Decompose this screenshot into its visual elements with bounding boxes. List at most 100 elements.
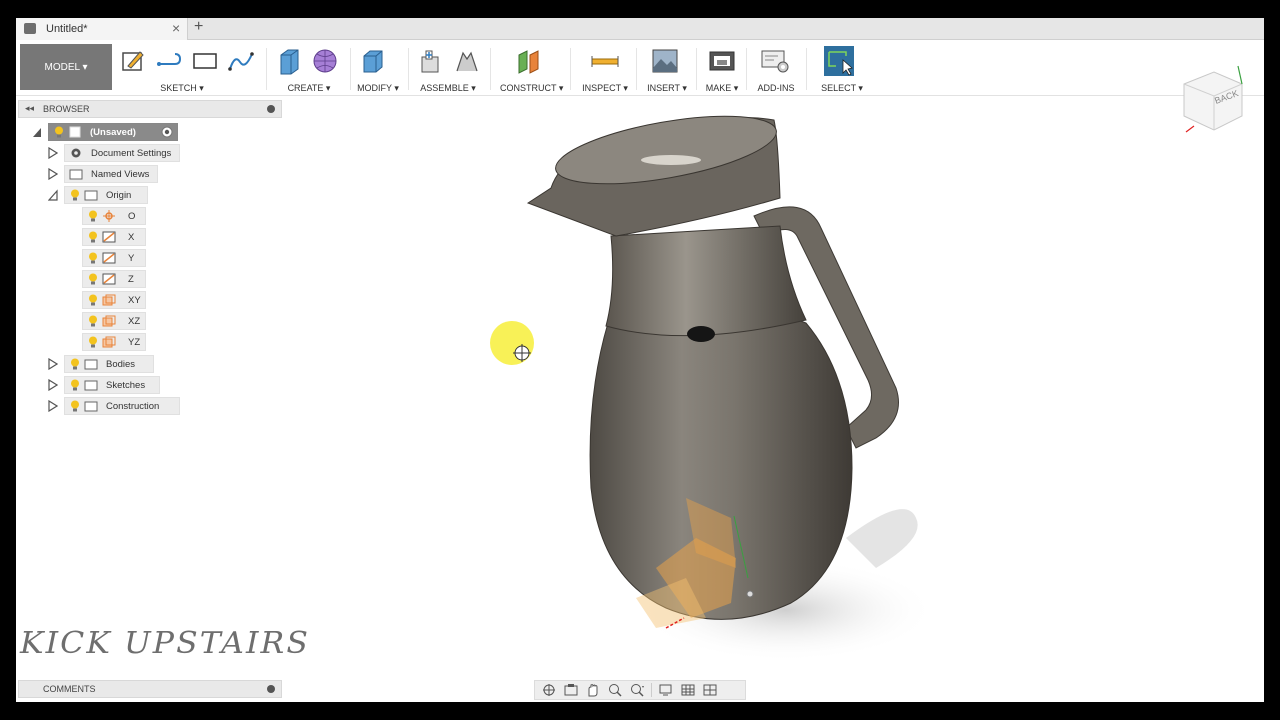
- new-component-icon[interactable]: [416, 46, 446, 76]
- construct-group: CONSTRUCT ▾: [500, 44, 563, 94]
- visibility-bulb-icon[interactable]: [88, 315, 98, 327]
- construct-menu-label[interactable]: CONSTRUCT ▾: [500, 83, 563, 94]
- document-tab-bar: Untitled* × +: [16, 18, 1264, 40]
- assemble-menu-label[interactable]: ASSEMBLE ▾: [416, 83, 480, 94]
- look-at-icon[interactable]: [563, 683, 579, 697]
- select-group: SELECT ▾: [816, 44, 868, 94]
- plane-icon: [102, 336, 116, 348]
- browser-panel-header: ◂◂ BROWSER: [18, 100, 282, 118]
- addins-menu-label[interactable]: ADD-INS: [754, 83, 798, 93]
- pitcher-neck[interactable]: [605, 225, 807, 337]
- visibility-bulb-icon[interactable]: [70, 189, 80, 201]
- tree-item-label: XY: [128, 294, 141, 306]
- offset-plane-icon[interactable]: [514, 46, 544, 76]
- navigation-bar: [534, 680, 746, 700]
- folder-icon: [84, 380, 98, 391]
- tree-item-label: X: [128, 231, 135, 243]
- joint-icon[interactable]: [452, 46, 482, 76]
- grid-settings-icon[interactable]: [680, 683, 696, 697]
- visibility-bulb-icon[interactable]: [88, 273, 98, 285]
- viewcube[interactable]: BACK: [1176, 58, 1252, 138]
- line-icon[interactable]: [154, 46, 184, 76]
- panel-pin-icon[interactable]: [267, 105, 275, 113]
- visibility-bulb-icon[interactable]: [70, 400, 80, 412]
- sketch-menu-label[interactable]: SKETCH ▾: [112, 83, 252, 94]
- 3d-print-icon[interactable]: [707, 46, 737, 76]
- extrude-icon[interactable]: [274, 46, 304, 76]
- plane-icon: [102, 294, 116, 306]
- panel-pin-icon[interactable]: [267, 685, 275, 693]
- pan-icon[interactable]: [585, 683, 601, 697]
- insert-image-icon[interactable]: [650, 46, 680, 76]
- visibility-bulb-icon[interactable]: [54, 126, 64, 138]
- collapse-panel-icon[interactable]: ◂◂: [25, 103, 34, 114]
- expand-arrow-icon[interactable]: [48, 400, 58, 412]
- display-settings-icon[interactable]: [658, 683, 674, 697]
- visibility-bulb-icon[interactable]: [88, 210, 98, 222]
- make-menu-label[interactable]: MAKE ▾: [704, 83, 740, 94]
- tree-item-label: YZ: [128, 336, 141, 348]
- axis-icon: [102, 273, 116, 285]
- assemble-group: ASSEMBLE ▾: [416, 44, 480, 94]
- viewports-icon[interactable]: [702, 683, 718, 697]
- document-tab[interactable]: Untitled* ×: [16, 18, 188, 40]
- visibility-bulb-icon[interactable]: [88, 231, 98, 243]
- expand-arrow-icon[interactable]: [48, 379, 58, 391]
- collapse-arrow-icon[interactable]: [48, 189, 58, 201]
- form-icon[interactable]: [310, 46, 340, 76]
- folder-icon: [84, 190, 98, 201]
- visibility-bulb-icon[interactable]: [88, 252, 98, 264]
- opening-highlight: [641, 155, 701, 165]
- scripts-addins-icon[interactable]: [760, 46, 790, 76]
- 3d-viewport[interactable]: [286, 98, 1264, 678]
- create-sketch-icon[interactable]: [118, 46, 148, 76]
- expand-arrow-icon[interactable]: [48, 147, 58, 159]
- plane-icon: [102, 315, 116, 327]
- visibility-bulb-icon[interactable]: [88, 294, 98, 306]
- tree-item-label: Named Views: [91, 168, 150, 180]
- orbit-icon[interactable]: [541, 683, 557, 697]
- expand-arrow-icon[interactable]: [48, 168, 58, 180]
- app-window: Untitled* × + MODEL ▾ SKETCH ▾ CREATE ▾ …: [16, 18, 1264, 702]
- tree-item-label: Construction: [106, 400, 160, 412]
- root-label: (Unsaved): [90, 126, 136, 138]
- visibility-bulb-icon[interactable]: [70, 358, 80, 370]
- root-component[interactable]: (Unsaved): [48, 123, 178, 141]
- visibility-bulb-icon[interactable]: [88, 336, 98, 348]
- new-tab-icon[interactable]: +: [194, 18, 203, 36]
- press-pull-icon[interactable]: [358, 46, 388, 76]
- watermark-text: KICK UPSTAIRS: [20, 626, 311, 661]
- visibility-bulb-icon[interactable]: [70, 379, 80, 391]
- cursor-highlight: [490, 321, 534, 365]
- tree-item-label: Bodies: [106, 358, 136, 370]
- rectangle-icon[interactable]: [190, 46, 220, 76]
- select-menu-label[interactable]: SELECT ▾: [816, 83, 868, 94]
- axis-icon: [102, 231, 116, 243]
- spline-icon[interactable]: [226, 46, 256, 76]
- zoom-window-icon[interactable]: [629, 683, 645, 697]
- tree-item-label: Z: [128, 273, 134, 285]
- collapse-arrow-icon[interactable]: [32, 126, 42, 138]
- activate-radio-icon[interactable]: [161, 126, 173, 138]
- zoom-icon[interactable]: [607, 683, 623, 697]
- inspect-menu-label[interactable]: INSPECT ▾: [582, 83, 628, 94]
- addins-group: ADD-INS: [754, 44, 798, 94]
- comments-panel-header[interactable]: COMMENTS: [18, 680, 282, 698]
- insert-menu-label[interactable]: INSERT ▾: [646, 83, 688, 94]
- workspace-switcher-button[interactable]: MODEL ▾: [20, 44, 112, 90]
- select-icon[interactable]: [824, 46, 854, 76]
- component-icon: [69, 126, 81, 138]
- tree-item-label: Y: [128, 252, 135, 264]
- measure-icon[interactable]: [590, 46, 620, 76]
- tree-item-label: O: [128, 210, 136, 222]
- axis-icon: [102, 252, 116, 264]
- create-menu-label[interactable]: CREATE ▾: [274, 83, 344, 94]
- folder-icon: [84, 401, 98, 412]
- toolbar: MODEL ▾ SKETCH ▾ CREATE ▾ MODIFY ▾ ASSEM…: [16, 40, 1264, 96]
- tree-item-label: Document Settings: [91, 147, 172, 159]
- close-tab-icon[interactable]: ×: [172, 20, 180, 36]
- sketch-group: SKETCH ▾: [118, 44, 258, 94]
- create-group: CREATE ▾: [274, 44, 344, 94]
- modify-menu-label[interactable]: MODIFY ▾: [356, 83, 400, 94]
- expand-arrow-icon[interactable]: [48, 358, 58, 370]
